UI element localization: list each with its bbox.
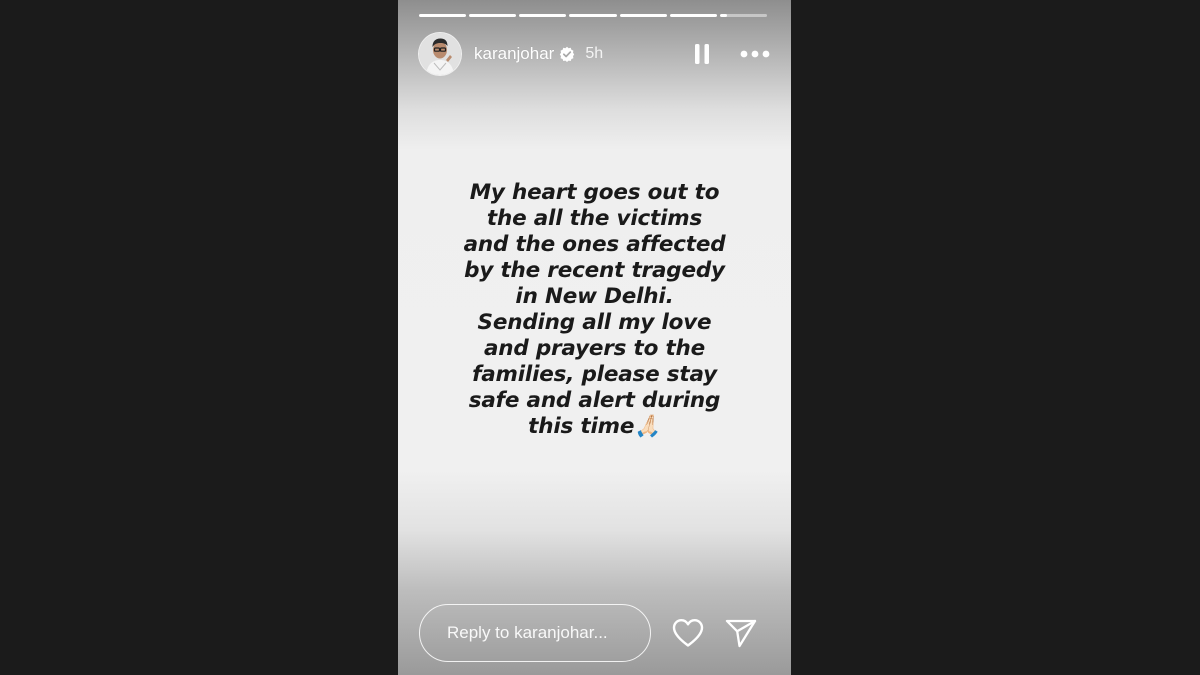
send-icon (725, 619, 757, 648)
more-options-button[interactable] (739, 42, 771, 66)
profile-photo-icon (419, 33, 461, 75)
progress-segment (569, 14, 617, 17)
reply-input[interactable]: Reply to karanjohar... (419, 604, 651, 662)
story-progress-bar (419, 14, 767, 17)
reply-placeholder: Reply to karanjohar... (447, 623, 608, 642)
progress-segment (719, 14, 767, 17)
progress-segment-fill (669, 14, 717, 17)
heart-icon (672, 619, 704, 647)
verified-badge-icon (559, 46, 575, 62)
pause-button[interactable] (691, 42, 713, 66)
progress-segment-fill (519, 14, 567, 17)
progress-segment-fill (569, 14, 617, 17)
username[interactable]: karanjohar (474, 44, 554, 64)
progress-segment (669, 14, 717, 17)
progress-segment-fill (419, 14, 467, 17)
avatar[interactable] (418, 32, 462, 76)
pause-icon (695, 44, 709, 64)
viewer-backdrop: karanjohar 5h My heart goes out to the a… (0, 0, 1200, 675)
progress-segment (519, 14, 567, 17)
progress-segment-fill (619, 14, 667, 17)
progress-segment (469, 14, 517, 17)
progress-segment-fill (719, 14, 727, 17)
story-card[interactable]: karanjohar 5h My heart goes out to the a… (398, 0, 791, 675)
more-options-icon (740, 50, 770, 58)
like-button[interactable] (671, 617, 705, 649)
progress-segment (619, 14, 667, 17)
post-timestamp: 5h (585, 45, 604, 62)
share-button[interactable] (724, 617, 758, 649)
progress-segment (419, 14, 467, 17)
progress-segment-fill (469, 14, 517, 17)
story-text: My heart goes out to the all the victims… (463, 180, 726, 439)
story-header: karanjohar 5h (418, 32, 771, 76)
